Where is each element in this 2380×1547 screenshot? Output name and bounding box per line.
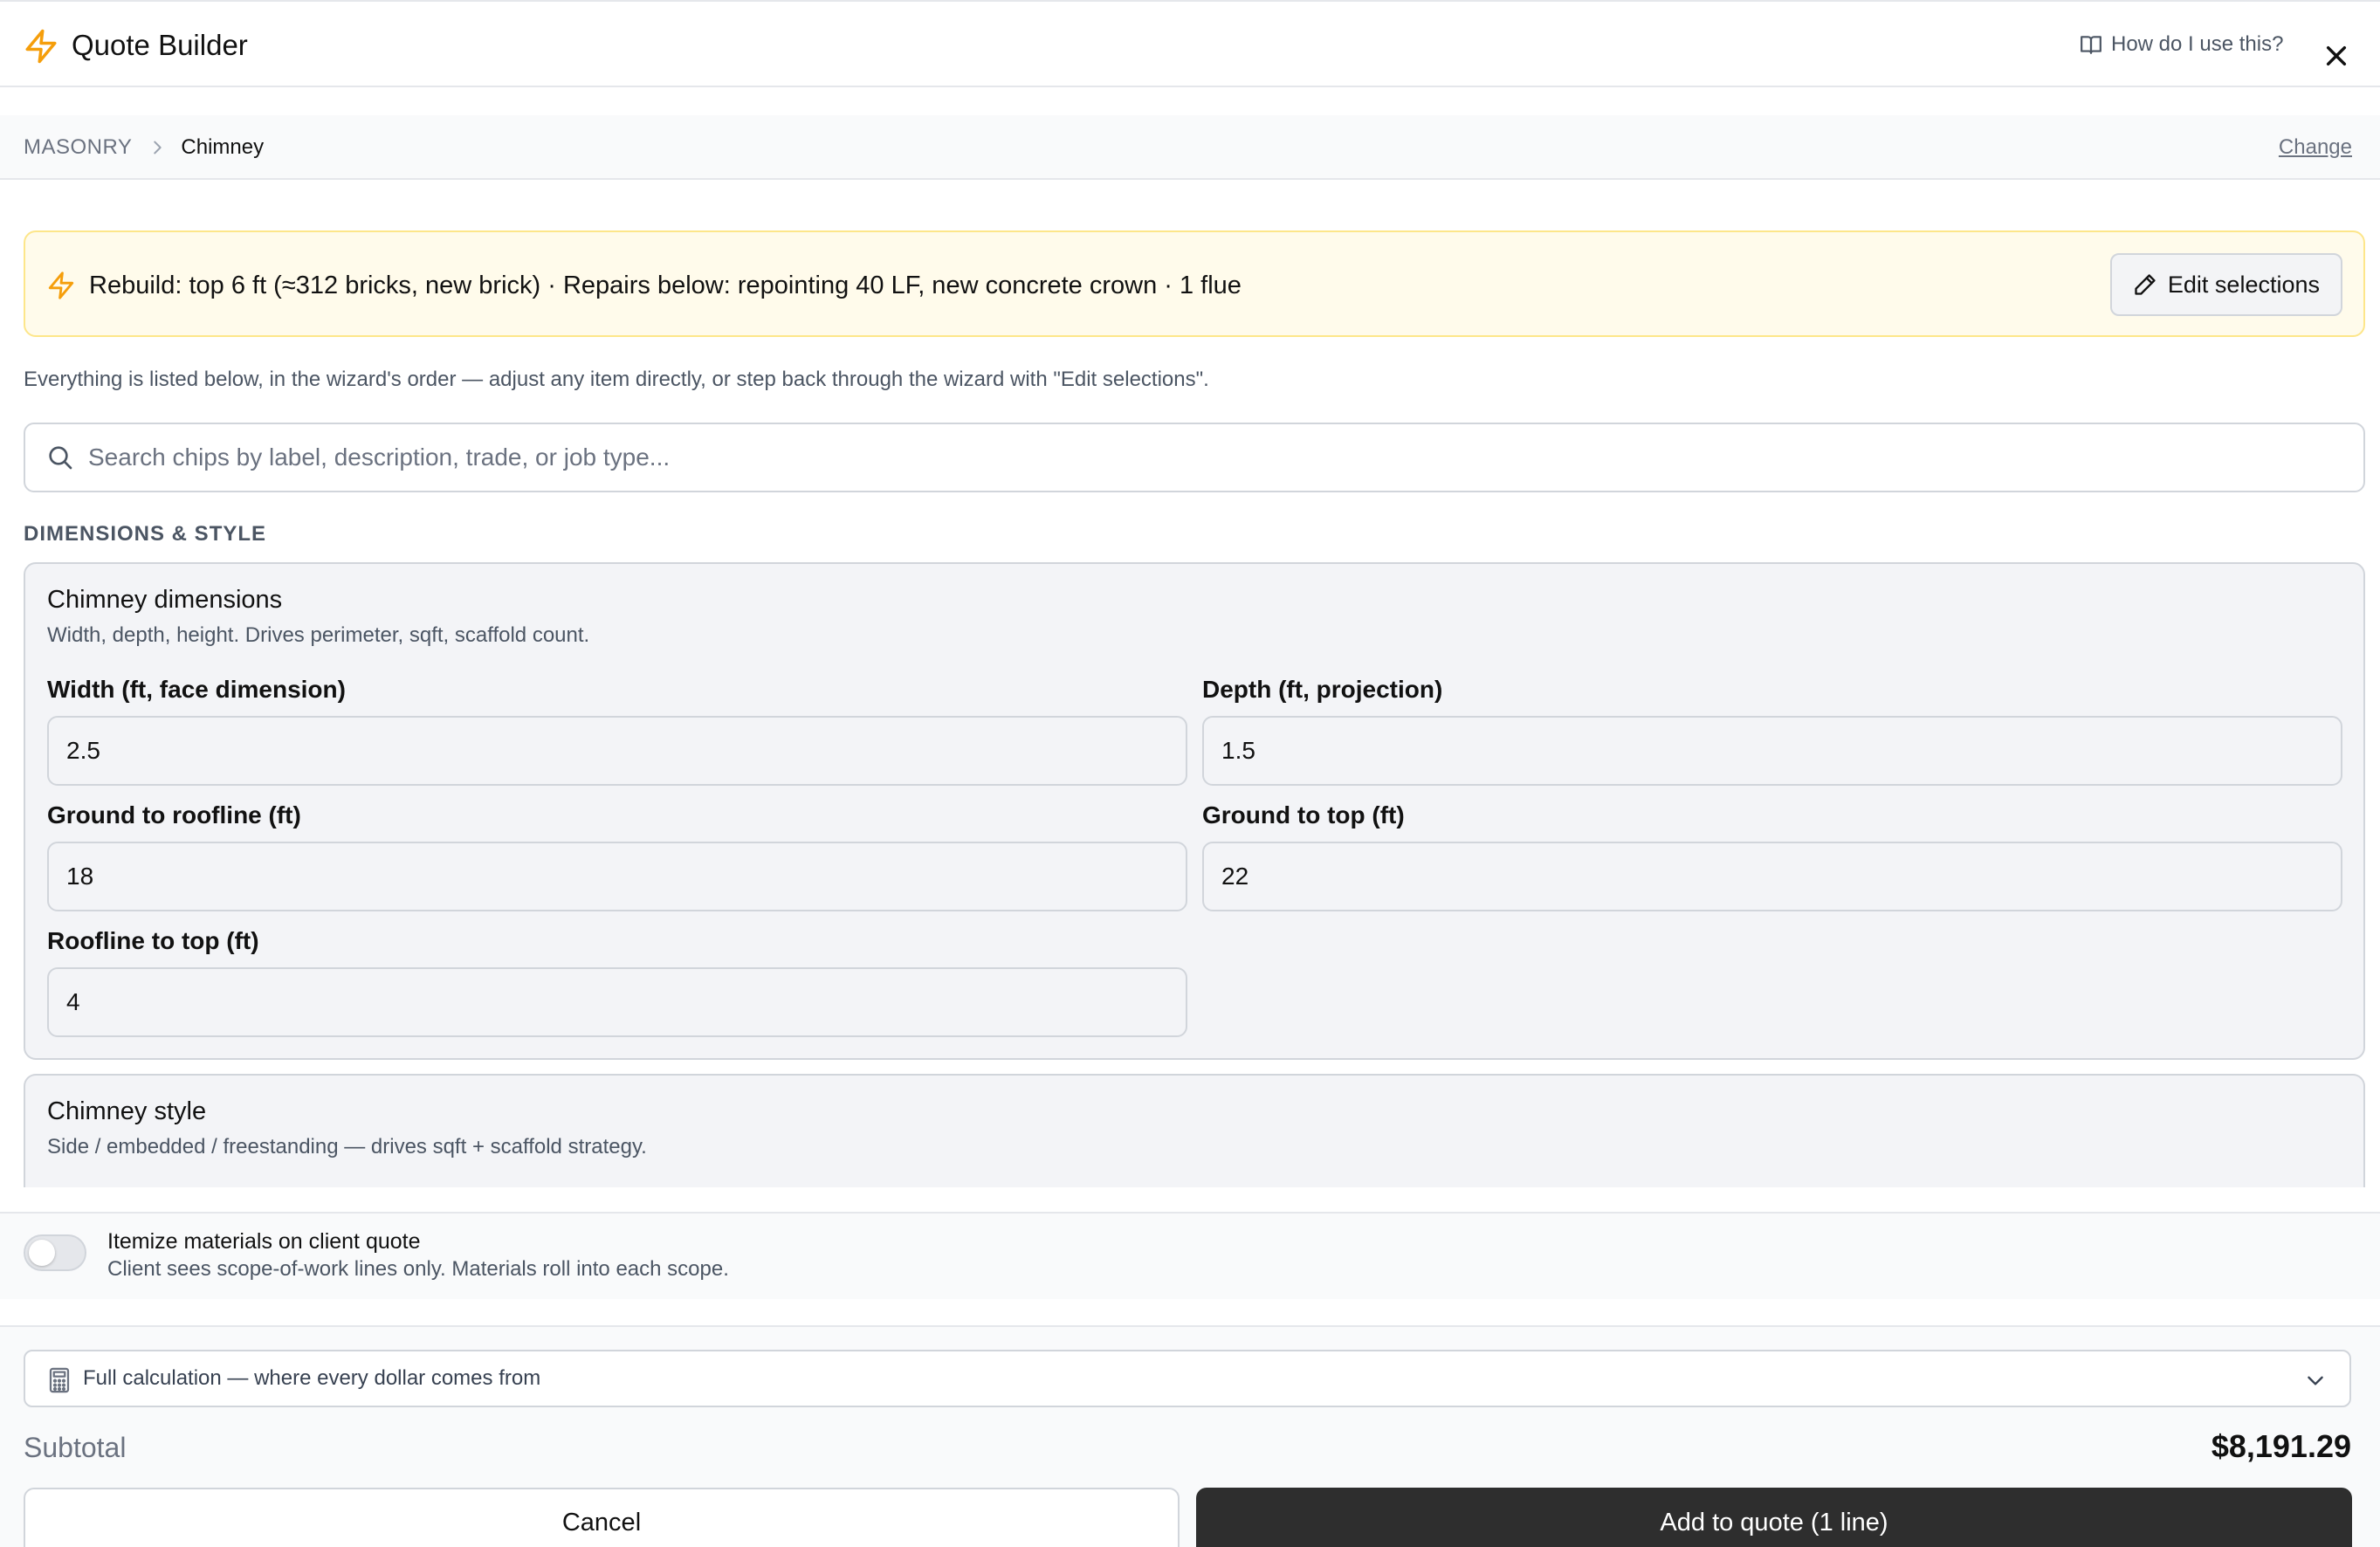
section-label: DIMENSIONS & STYLE [24,522,267,546]
card-title: Chimney dimensions [47,586,283,614]
itemize-materials-toggle[interactable] [24,1234,86,1271]
width-input[interactable] [47,716,1187,786]
add-to-quote-button[interactable]: Add to quote (1 line) [1196,1488,2352,1547]
depth-label: Depth (ft, projection) [1202,676,1443,703]
card-description: Width, depth, height. Drives perimeter, … [47,623,590,647]
modal-footer: Full calculation — where every dollar co… [0,1325,2380,1547]
chimney-dimensions-card: Chimney dimensions Width, depth, height.… [24,562,2365,1060]
chevron-right-icon [154,141,162,155]
width-label: Width (ft, face dimension) [47,676,346,703]
card-description: Side / embedded / freestanding — drives … [47,1135,647,1159]
ground-to-top-input[interactable] [1202,842,2342,911]
edit-selections-label: Edit selections [2167,271,2320,298]
subtotal-value: $8,191.29 [2211,1428,2351,1464]
ground-to-roofline-input[interactable] [47,842,1187,911]
itemize-materials-description: Client sees scope-of-work lines only. Ma… [107,1257,729,1281]
help-link-label: How do I use this? [2111,32,2284,56]
book-open-icon [2081,36,2101,54]
calculator-icon [49,1367,70,1393]
selection-summary-text: Rebuild: top 6 ft (≈312 bricks, new bric… [89,272,1242,299]
lightning-bolt-icon [25,29,57,64]
toggle-knob [29,1240,55,1266]
roofline-to-top-label: Roofline to top (ft) [47,927,259,954]
full-calculation-toggle[interactable]: Full calculation — where every dollar co… [24,1350,2351,1407]
roofline-to-top-input[interactable] [47,967,1187,1037]
search-input[interactable] [88,433,2341,482]
ground-to-top-label: Ground to top (ft) [1202,801,1405,829]
edit-selections-button[interactable]: Edit selections [2109,253,2342,316]
cancel-button[interactable]: Cancel [24,1488,1180,1547]
lightning-bolt-icon [48,272,74,299]
depth-input[interactable] [1202,716,2342,786]
search-box[interactable] [24,423,2365,492]
breadcrumb: MASONRY Chimney [24,133,264,162]
subtotal-label: Subtotal [24,1432,127,1463]
breadcrumb-trade[interactable]: MASONRY [24,133,132,162]
chimney-style-card[interactable]: Chimney style Side / embedded / freestan… [24,1074,2365,1187]
full-calculation-label: Full calculation — where every dollar co… [83,1366,541,1390]
ground-to-roofline-label: Ground to roofline (ft) [47,801,301,829]
selection-summary-banner: Rebuild: top 6 ft (≈312 bricks, new bric… [24,230,2365,337]
breadcrumb-current: Chimney [181,135,265,159]
card-title: Chimney style [47,1097,207,1125]
close-icon[interactable] [2322,42,2350,70]
chevron-down-icon [2308,1376,2323,1385]
modal-header: Quote Builder How do I use this? [0,0,2380,87]
breadcrumb-bar: MASONRY Chimney Change [0,115,2380,180]
page-title: Quote Builder [72,29,248,61]
search-icon [49,446,72,470]
itemize-materials-row: Itemize materials on client quote Client… [0,1212,2380,1299]
itemize-materials-label: Itemize materials on client quote [107,1229,421,1254]
instructions-text: Everything is listed below, in the wizar… [24,368,1209,391]
pencil-icon [2135,274,2156,295]
help-link[interactable]: How do I use this? [2080,30,2283,59]
change-link[interactable]: Change [2279,133,2352,162]
